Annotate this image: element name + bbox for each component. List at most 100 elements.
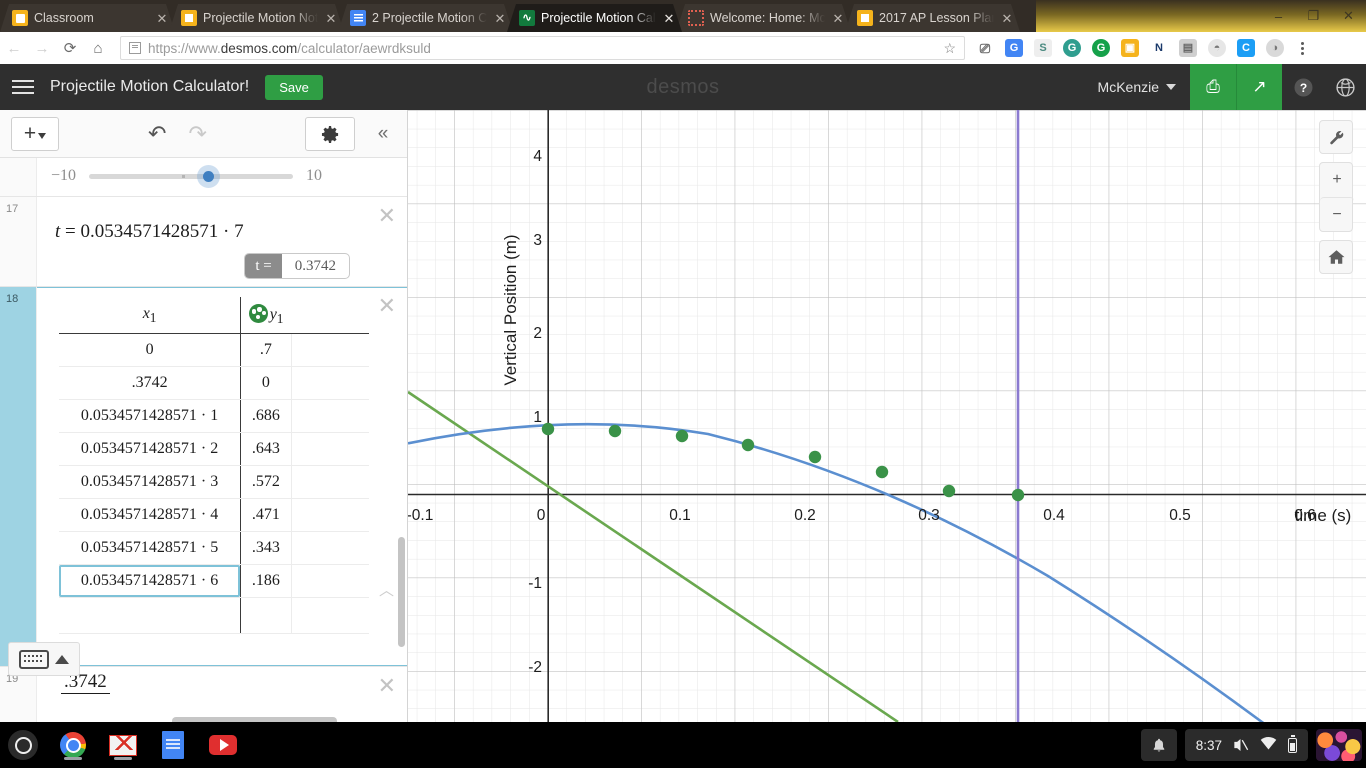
expression-row-18-table[interactable]: 18 ✕ x1 y1 0 .7 .3742 0 0.0534571428571 … — [0, 287, 407, 667]
cell-y[interactable]: .7 — [240, 333, 291, 368]
cell-extra[interactable] — [290, 597, 369, 635]
expression-row-slider[interactable]: −10 10 — [0, 158, 407, 197]
nearpod-extension-icon[interactable]: N — [1145, 34, 1173, 62]
tab-close-icon[interactable]: ✕ — [831, 12, 845, 25]
expression-body[interactable]: .3742 ✕ — [37, 667, 407, 722]
cell-x[interactable]: .3742 — [59, 366, 241, 401]
share-button[interactable]: ↗ — [1236, 64, 1282, 110]
table-row[interactable]: 0.0534571428571 · 6 .186 — [59, 564, 369, 599]
back-button[interactable]: ← — [0, 34, 28, 62]
status-area[interactable]: 8:37 — [1184, 729, 1308, 761]
cell-x[interactable]: 0 — [59, 333, 241, 368]
undo-icon[interactable]: ↶ — [148, 123, 166, 145]
column-header-y1[interactable]: y1 — [240, 297, 291, 335]
cell-extra[interactable] — [290, 333, 369, 368]
save-button[interactable]: Save — [265, 74, 323, 100]
user-avatar[interactable] — [1316, 729, 1362, 761]
shelf-item-youtube[interactable] — [208, 730, 238, 760]
tab-welcome-home-mcken[interactable]: Welcome: Home: McKen ✕ — [676, 4, 851, 32]
chrome-menu-button[interactable] — [1290, 34, 1314, 62]
expression-body[interactable]: ✕ x1 y1 0 .7 .3742 0 0.0534571428571 · 1… — [37, 287, 407, 666]
home-default-view-button[interactable] — [1319, 240, 1353, 274]
cell-extra[interactable] — [290, 465, 369, 500]
table-row[interactable]: 0.0534571428571 · 3 .572 — [59, 465, 369, 500]
minimize-button[interactable]: – — [1261, 0, 1296, 32]
table-row[interactable]: 0.0534571428571 · 2 .643 — [59, 432, 369, 467]
graph-canvas[interactable]: Vertical Position (m) time (s) 4 3 2 1 -… — [408, 110, 1366, 722]
google-translate-extension-icon[interactable]: G — [1000, 34, 1028, 62]
tab-close-icon[interactable]: ✕ — [324, 12, 338, 25]
cell-extra[interactable] — [290, 366, 369, 401]
data-table[interactable]: x1 y1 0 .7 .3742 0 0.0534571428571 · 1 .… — [59, 297, 369, 635]
menu-hamburger-icon[interactable] — [0, 64, 46, 110]
cell-y[interactable]: .643 — [240, 432, 291, 467]
graph-settings-wrench-icon[interactable] — [1319, 120, 1353, 154]
tab-close-icon[interactable]: ✕ — [493, 12, 507, 25]
collapse-panel-button[interactable]: « — [366, 110, 400, 158]
shelf-item-google-docs[interactable] — [158, 730, 188, 760]
account-menu[interactable]: McKenzie — [1084, 79, 1190, 95]
cell-x[interactable]: 0.0534571428571 · 2 — [59, 432, 241, 467]
delete-expression-icon[interactable]: ✕ — [378, 295, 396, 317]
column-header-empty[interactable] — [291, 297, 369, 335]
cell-extra[interactable] — [290, 432, 369, 467]
classroom-extension-icon[interactable]: ▣ — [1116, 34, 1144, 62]
cell-extra[interactable] — [290, 498, 369, 533]
launcher-button[interactable] — [8, 730, 38, 760]
close-window-button[interactable]: ✕ — [1331, 0, 1366, 32]
clever-extension-icon[interactable]: C — [1232, 34, 1260, 62]
table-row[interactable]: 0.0534571428571 · 1 .686 — [59, 399, 369, 434]
tab-2-projectile-motion-calc[interactable]: 2 Projectile Motion Calcu ✕ — [338, 4, 513, 32]
cell-y[interactable]: .572 — [240, 465, 291, 500]
table-row[interactable]: 0.0534571428571 · 5 .343 — [59, 531, 369, 566]
tab-close-icon[interactable]: ✕ — [662, 12, 676, 25]
home-button[interactable]: ⌂ — [84, 34, 112, 62]
chevron-up-icon[interactable]: ︿ — [379, 579, 394, 600]
slider-track[interactable] — [89, 164, 294, 188]
cast-icon[interactable]: ⎚ — [971, 34, 999, 62]
grammarly-extension-icon[interactable]: G — [1058, 34, 1086, 62]
maximize-restore-button[interactable]: ❐ — [1296, 0, 1331, 32]
cell-x[interactable]: 0.0534571428571 · 4 — [59, 498, 241, 533]
help-icon[interactable]: ? — [1282, 64, 1324, 110]
page-info-icon[interactable] — [129, 42, 141, 54]
column-header-x1[interactable]: x1 — [59, 297, 241, 335]
cell-y[interactable]: .186 — [240, 564, 291, 599]
keyboard-toggle-button[interactable] — [8, 642, 80, 676]
address-bar[interactable]: https://www.desmos.com/calculator/aewrdk… — [120, 36, 965, 60]
table-scrollbar[interactable] — [398, 537, 405, 647]
tab-close-icon[interactable]: ✕ — [155, 12, 169, 25]
tab-projectile-motion-calculator[interactable]: ∿ Projectile Motion Calcul ✕ — [507, 4, 682, 32]
shelf-item-gmail[interactable] — [108, 730, 138, 760]
eval-value[interactable]: 0.3742 — [282, 254, 349, 278]
cell-extra[interactable] — [290, 531, 369, 566]
expression-body[interactable]: t = 0.0534571428571 · 7 t = 0.3742 ✕ — [37, 197, 407, 286]
zoom-out-button[interactable]: − — [1320, 197, 1354, 231]
print-button[interactable]: ⎙ — [1190, 64, 1236, 110]
cell-y[interactable]: .686 — [240, 399, 291, 434]
cell-x[interactable]: 0.0534571428571 · 5 — [59, 531, 241, 566]
expression-formula[interactable]: t = 0.0534571428571 · 7 — [37, 197, 407, 243]
goguardian-extension-icon[interactable]: ◓ — [1203, 34, 1231, 62]
cell-y[interactable] — [240, 597, 291, 635]
redo-icon[interactable]: ↷ — [188, 123, 206, 145]
document-title[interactable]: Projectile Motion Calculator! — [50, 78, 249, 96]
tab-projectile-motion-notes[interactable]: Projectile Motion Notes - ✕ — [169, 4, 344, 32]
bookmark-star-icon[interactable]: ☆ — [943, 40, 956, 57]
add-expression-button[interactable]: + — [11, 116, 59, 151]
expression-row-17[interactable]: 17 t = 0.0534571428571 · 7 t = 0.3742 ✕ — [0, 197, 407, 287]
table-row[interactable]: 0 .7 — [59, 333, 369, 368]
cell-extra[interactable] — [290, 399, 369, 434]
zoom-in-button[interactable]: + — [1320, 163, 1354, 197]
tab-close-icon[interactable]: ✕ — [1000, 12, 1014, 25]
graph-settings-gear-icon[interactable] — [305, 117, 355, 151]
cell-y[interactable]: 0 — [240, 366, 291, 401]
notifications-button[interactable] — [1140, 729, 1177, 761]
parameter-slider[interactable]: −10 10 — [37, 158, 407, 194]
shelf-item-chrome[interactable] — [58, 730, 88, 760]
kami-extension-icon[interactable]: ▤ — [1174, 34, 1202, 62]
screencastify-extension-icon[interactable]: S — [1029, 34, 1057, 62]
slider-thumb[interactable] — [197, 164, 221, 188]
tab-2017-ap-lesson-plans[interactable]: 2017 AP Lesson Plans-S ✕ — [845, 4, 1020, 32]
cell-x-selected[interactable]: 0.0534571428571 · 6 — [59, 564, 241, 599]
